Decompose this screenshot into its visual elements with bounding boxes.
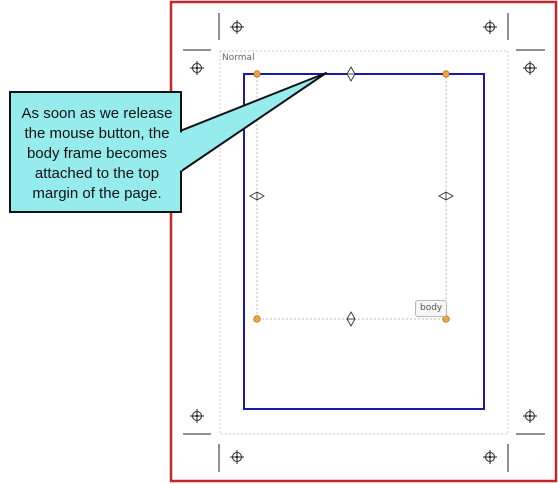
resize-handle-icon[interactable] — [253, 70, 261, 78]
frame-tag-body[interactable]: body — [415, 300, 448, 317]
page-layout-canvas — [9, 0, 558, 483]
resize-handle-icon[interactable] — [442, 70, 450, 78]
page-name-label: Normal — [222, 53, 255, 63]
resize-handle-icon[interactable] — [253, 315, 261, 323]
callout-text: As soon as we release the mouse button, … — [21, 105, 173, 202]
